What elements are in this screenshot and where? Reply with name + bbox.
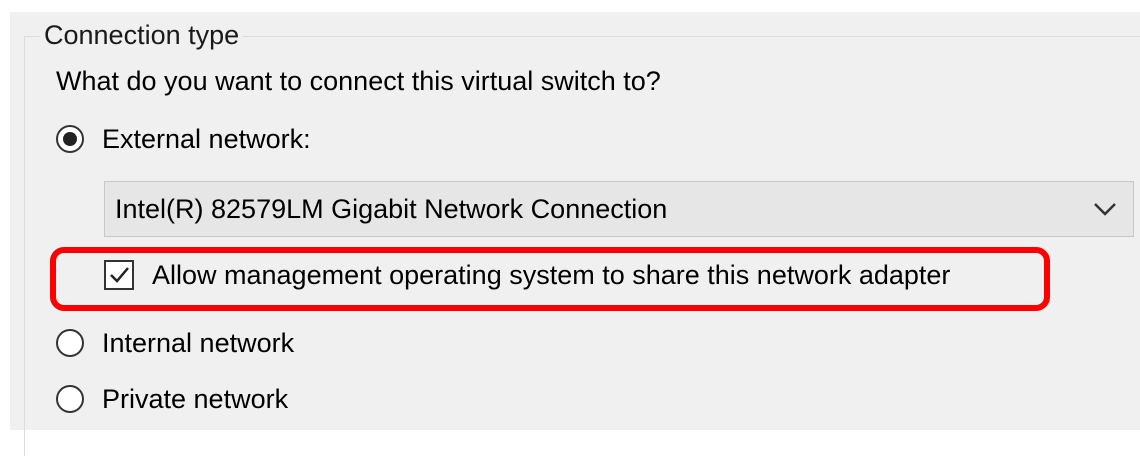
management-os-share-option[interactable]: Allow management operating system to sha… [104, 258, 950, 292]
group-legend: Connection type [40, 18, 244, 52]
top-background-strip [0, 0, 1140, 12]
network-adapter-dropdown[interactable]: Intel(R) 82579LM Gigabit Network Connect… [104, 181, 1134, 237]
management-os-share-checkbox[interactable] [104, 260, 134, 290]
radio-button-external[interactable] [56, 125, 84, 153]
chevron-down-icon[interactable] [1085, 189, 1125, 229]
radio-option-private[interactable]: Private network [56, 382, 288, 416]
checkmark-icon [110, 267, 129, 283]
radio-label-internal: Internal network [102, 328, 295, 358]
management-os-share-label: Allow management operating system to sha… [152, 260, 951, 290]
radio-button-internal[interactable] [56, 329, 84, 357]
radio-label-private: Private network [102, 384, 289, 414]
radio-button-private[interactable] [56, 385, 84, 413]
radio-option-internal[interactable]: Internal network [56, 326, 294, 360]
left-background-strip [0, 0, 10, 430]
radio-label-external: External network: [102, 124, 311, 154]
connection-type-panel: Connection type What do you want to conn… [0, 0, 1140, 456]
connection-question: What do you want to connect this virtual… [56, 66, 661, 96]
dropdown-selected-value: Intel(R) 82579LM Gigabit Network Connect… [115, 194, 668, 224]
radio-option-external[interactable]: External network: [56, 122, 311, 156]
